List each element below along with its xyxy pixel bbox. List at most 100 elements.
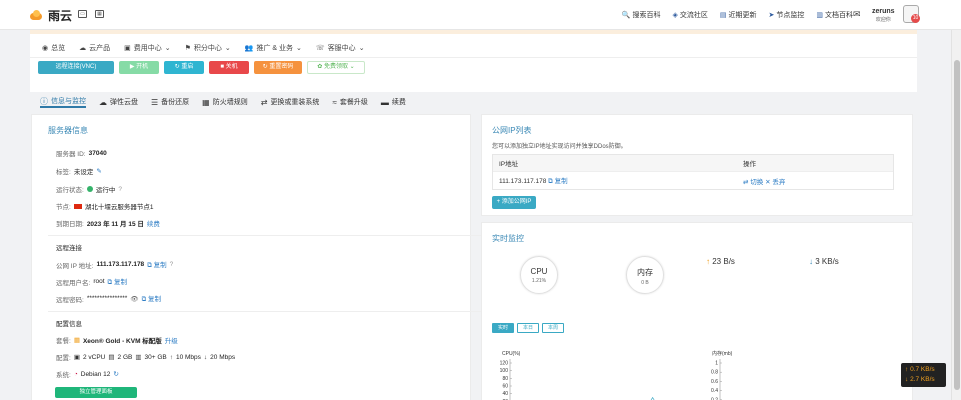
chevron-down-icon: ⌄ (358, 45, 365, 52)
add-ip-button[interactable]: + 添加公网IP (492, 196, 536, 209)
free-upgrade-button[interactable]: ✿ 免费领取 ⌄ (307, 61, 365, 74)
password-value: **************** (86, 295, 128, 302)
help-icon[interactable]: ? (118, 186, 122, 193)
user-info[interactable]: zeruns 欢迎你 (872, 8, 895, 24)
mail-icon[interactable]: ✉ (853, 9, 861, 20)
arrow-up-icon: ↑ (169, 353, 173, 361)
flag-icon: ⚑ (184, 45, 191, 52)
status-row: 运行状态: 运行中? (56, 185, 122, 195)
copy-password-button[interactable]: ⧉ 复制 (142, 293, 161, 304)
monitor-card: 实时监控 CPU 1.21% 内存 0 B ↑ 23 B/s ↓ 3 KB/s 实时… (481, 222, 913, 400)
tab-today[interactable]: 本日 (517, 323, 539, 333)
menu-promo[interactable]: 👥 推广 & 业务 ⌄ (245, 43, 302, 53)
chip-icon: ▦ (73, 337, 80, 344)
tab-week[interactable]: 本周 (542, 323, 564, 333)
status-dot-icon (86, 186, 93, 192)
menu-cloud[interactable]: ☁ 云产品 (79, 43, 110, 53)
expire-row: 到期日期: 2023 年 11 月 15 日续费 (56, 218, 160, 228)
nav-monitor[interactable]: ➤ 节点监控 (769, 10, 805, 20)
shutdown-button[interactable]: ■ 关机 (209, 61, 249, 74)
menu-billing[interactable]: ▣ 费用中心 ⌄ (124, 43, 171, 53)
cpu-value: 2 vCPU (82, 353, 106, 361)
copy-ip-link[interactable]: ⧉ 复制 (548, 178, 567, 185)
download-rate: ↓ 3 KB/s (809, 257, 839, 266)
tab-realtime[interactable]: 实时 (492, 323, 514, 333)
spec-row: 配置: ▣ 2 vCPU ▤ 2 GB ▥ 30+ GB ↑ 10 Mbps ↓ 20 Mbps (56, 353, 236, 363)
manage-panel-button[interactable]: 独立管理面板 (55, 387, 137, 398)
tab-reinstall[interactable]: ⇄ 更换或重装系统 (261, 96, 320, 108)
cloud-icon: ☁ (79, 45, 87, 52)
renew-link[interactable]: 续费 (147, 218, 160, 228)
menu-support[interactable]: ☏ 客服中心 ⌄ (316, 43, 365, 53)
edit-icon[interactable]: ✎ (96, 167, 101, 175)
refresh-icon[interactable]: ↻ (113, 370, 118, 378)
logo-text: 雨云 (48, 9, 73, 23)
server-id-row: 服务器 ID: 37040 (56, 149, 107, 159)
ip-table: IP地址 操作 111.173.117.178 ⧉ 复制 ⇄ 切换 ✕ 丢弃 (492, 154, 894, 190)
popup-down: ↓ 2.7 KB/s (905, 376, 935, 383)
upgrade-link[interactable]: 升级 (165, 335, 178, 345)
window-icon[interactable]: ▭ (78, 10, 87, 18)
chevron-down-icon: ⌄ (224, 45, 231, 52)
copy-username-button[interactable]: ⧉ 复制 (108, 276, 127, 287)
help-icon[interactable]: ? (170, 261, 174, 268)
nav-search[interactable]: 🔍 搜索百科 (622, 10, 661, 20)
remove-ip-link[interactable]: ✕ 丢弃 (765, 179, 785, 186)
disk-icon: ▥ (135, 354, 142, 361)
book-icon: ▥ (816, 12, 823, 19)
password-row: 远程密码: **************** 👁 ⧉ 复制 (56, 293, 162, 304)
y-tick-label: 100 (500, 368, 509, 374)
y-tick-label: 80 (502, 376, 508, 382)
nav-community[interactable]: ◈ 交流社区 (672, 10, 707, 20)
menu-points[interactable]: ⚑ 积分中心 ⌄ (185, 43, 231, 53)
table-header: IP地址 操作 (493, 155, 893, 171)
eye-icon[interactable]: 👁 (130, 295, 138, 303)
chart-title: 内存(mb) (712, 350, 733, 357)
restart-button[interactable]: ↻ 重启 (164, 61, 204, 74)
copy-ip-button[interactable]: ⧉ 复制 (147, 259, 166, 270)
reset-password-button[interactable]: ↻ 重置密码 (254, 61, 302, 74)
scrollbar-thumb[interactable] (954, 60, 960, 390)
logo[interactable]: 雨云 (30, 7, 72, 24)
ip-cell: 111.173.117.178 (499, 178, 547, 185)
download-value: 20 Mbps (210, 353, 236, 361)
server-info-card: 服务器信息 服务器 ID: 37040 标签: 未设定 ✎ 运行状态: 运行中? 节点:… (31, 114, 488, 400)
server-id: 37040 (88, 149, 107, 157)
start-button[interactable]: ▶ 开机 (119, 61, 159, 74)
divider (48, 311, 488, 312)
china-flag-icon (73, 203, 82, 209)
os-value: Debian 12 (80, 370, 111, 378)
nav-updates[interactable]: ▤ 近期更新 (720, 10, 757, 20)
tag-value: 未设定 (73, 169, 94, 176)
upload-value: 10 Mbps (175, 353, 201, 361)
tab-renew[interactable]: ▬ 续费 (381, 96, 406, 108)
plan-row: 套餐: ▦ Xeon® Gold - KVM 标配版 升级 (56, 335, 178, 345)
divider (48, 235, 488, 236)
menu-overview[interactable]: ◉ 总览 (42, 43, 65, 53)
nav-docs[interactable]: ▥ 文档百科 (816, 10, 853, 20)
y-tick-label: 0.6 (711, 379, 718, 385)
vnc-button[interactable]: 远程连接(VNC) (38, 61, 114, 74)
tab-upgrade[interactable]: ≈ 套餐升级 (332, 96, 367, 108)
memory-chart: 内存(mb)10.80.60.40.2 (711, 350, 733, 400)
plan-value: Xeon® Gold - KVM 标配版 (82, 338, 162, 345)
config-title: 配置信息 (56, 321, 82, 328)
money-icon: ▬ (380, 97, 389, 107)
arrow-down-icon: ↓ (809, 257, 813, 266)
tab-firewall[interactable]: ▦ 防火墙规则 (202, 96, 248, 108)
action-buttons: 远程连接(VNC) ▶ 开机 ↻ 重启 ■ 关机 ↻ 重置密码 ✿ 免费领取 ⌄ (38, 61, 365, 74)
switch-ip-link[interactable]: ⇄ 切换 (743, 179, 763, 186)
table-row: 111.173.117.178 ⧉ 复制 ⇄ 切换 ✕ 丢弃 (493, 171, 893, 189)
search-icon: 🔍 (621, 12, 631, 19)
scrollbar[interactable] (951, 30, 961, 400)
network-speed-popup: ↑ 0.7 KB/s ↓ 2.7 KB/s (901, 363, 946, 387)
grid-icon[interactable]: ▦ (95, 10, 104, 18)
chart-title: CPU(%) (502, 351, 521, 357)
tab-backup[interactable]: ☰ 备份还原 (151, 96, 189, 108)
tab-info[interactable]: ⓘ 信息与监控 (40, 96, 86, 108)
ip-row: 公网 IP 地址: 111.173.117.178 ⧉ 复制? (56, 259, 174, 270)
firewall-icon: ▦ (202, 97, 210, 107)
tab-disk[interactable]: ☁ 弹性云盘 (99, 96, 138, 108)
public-ip-title: 公网IP列表 (492, 126, 532, 135)
y-tick-label: 120 (500, 361, 509, 367)
